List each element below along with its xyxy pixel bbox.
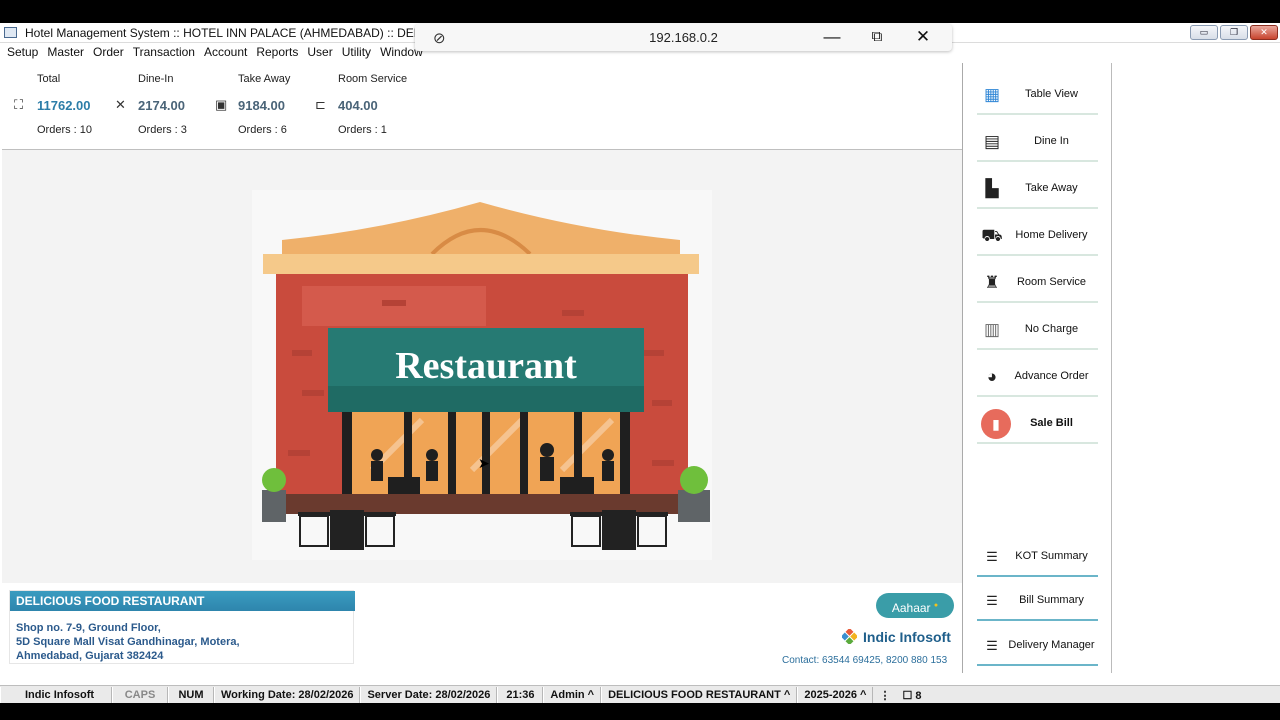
status-restaurant[interactable]: DELICIOUS FOOD RESTAURANT ^ [601,686,798,703]
menu-account[interactable]: Account [200,43,252,63]
stat-orders: Orders : 6 [238,124,287,136]
remote-minimize-button[interactable]: — [820,27,844,47]
button-label: Table View [1025,88,1078,100]
button-label: Advance Order [1014,370,1089,382]
status-user[interactable]: Admin ^ [543,686,602,703]
aahaar-badge-icon: ● [933,602,939,609]
bag-icon: ▣ [215,97,228,112]
button-label: No Charge [1024,323,1079,335]
menu-setup[interactable]: Setup [3,43,43,63]
remote-desktop-bar: ⊘ 192.168.0.2 — ⧉ ✕ [415,24,952,51]
address-line: 5D Square Mall Visat Gandhinagar, Motera… [16,636,240,648]
button-label: KOT Summary [1015,550,1088,562]
stat-label: Take Away [238,73,291,85]
mouse-cursor-icon: ➤ [478,455,490,471]
stat-amount: 9184.00 [238,98,285,113]
indic-logo-icon [842,629,857,644]
take-away-icon: ▙ [985,179,999,198]
order-sidebar: ▦ Table View ▤ Dine In ▙ Take Away ⛟ Hom… [963,63,1112,673]
company-name: Indic Infosoft [863,629,951,645]
status-financial-year[interactable]: 2025-2026 ^ [797,686,874,703]
stat-label: Dine-In [138,73,174,85]
app-icon [4,27,17,38]
table-view-button[interactable]: ▦ Table View [977,75,1098,115]
room-service-button[interactable]: ♜ Room Service [977,263,1098,303]
clock-icon: ◕ [986,367,998,386]
button-label: Home Delivery [1015,229,1088,241]
stat-orders: Orders : 10 [37,124,93,136]
stat-amount: 11762.00 [37,98,91,113]
menu-transaction[interactable]: Transaction [129,43,200,63]
menu-reports[interactable]: Reports [252,43,303,63]
app-window: Hotel Management System :: HOTEL INN PAL… [0,23,1280,703]
minimize-button[interactable]: ▭ [1190,25,1218,40]
footer-panel: DELICIOUS FOOD RESTAURANT Shop no. 7-9, … [2,583,962,673]
stat-label: Total [37,73,61,85]
status-caps: CAPS [112,686,168,703]
remote-restore-button[interactable]: ⧉ [865,28,889,45]
sign-text: Restaurant [395,345,577,387]
stat-amount: 2174.00 [138,98,185,113]
restaurant-illustration: Restaurant [252,190,712,560]
status-working-date: Working Date: 28/02/2026 [214,686,361,703]
screen: ⊘ 192.168.0.2 — ⧉ ✕ Hotel Management Sys… [0,0,1280,720]
kot-summary-button[interactable]: ☰ KOT Summary [977,537,1098,577]
status-server-date: Server Date: 28/02/2026 [360,686,498,703]
table-view-icon: ▦ [983,85,1001,104]
status-count-value: 8 [915,689,922,702]
menu-user[interactable]: User [303,43,337,63]
dine-in-button[interactable]: ▤ Dine In [977,122,1098,162]
menu-order[interactable]: Order [89,43,129,63]
more-icon[interactable]: ⋮ [873,687,896,703]
main-area: Restaurant [2,150,962,583]
button-label: Room Service [1016,276,1087,288]
aahaar-label: Aahaar [891,601,931,615]
restaurant-info: DELICIOUS FOOD RESTAURANT Shop no. 7-9, … [9,590,355,664]
remote-close-button[interactable]: ✕ [911,27,935,47]
sales-stats-panel: Total ⛶ 11762.00 Orders : 10 Dine-In ✕ 2… [2,63,962,148]
home-delivery-button[interactable]: ⛟ Home Delivery [977,216,1098,256]
window-title: Hotel Management System :: HOTEL INN PAL… [25,26,462,40]
room-service-icon: ♜ [984,273,1000,292]
take-away-button[interactable]: ▙ Take Away [977,169,1098,209]
cutlery-icon: ✕ [115,97,126,112]
status-time: 21:36 [497,686,544,703]
aahaar-button[interactable]: Aahaar ● [876,593,954,618]
no-charge-button[interactable]: ▥ No Charge [977,310,1098,350]
button-label: Sale Bill [1030,417,1073,429]
stat-amount: 404.00 [338,98,378,113]
list-icon: ☰ [986,549,998,564]
bill-summary-button[interactable]: ☰ Bill Summary [977,581,1098,621]
list-icon: ☰ [986,593,998,608]
menu-utility[interactable]: Utility [338,43,376,63]
button-label: Bill Summary [1019,594,1084,606]
restaurant-name: DELICIOUS FOOD RESTAURANT [10,591,355,611]
advance-order-button[interactable]: ◕ Advance Order [977,357,1098,397]
close-button[interactable]: ✕ [1250,25,1278,40]
status-bar: Indic Infosoft CAPS NUM Working Date: 28… [0,685,1280,703]
address-line: Shop no. 7-9, Ground Floor, [16,622,161,634]
button-label: Dine In [1034,135,1069,147]
chart-icon: ⛶ [14,97,24,112]
delivery-manager-button[interactable]: ☰ Delivery Manager [977,626,1098,666]
button-label: Delivery Manager [1008,639,1095,651]
list-icon: ☰ [986,638,998,653]
button-label: Take Away [1025,182,1078,194]
stat-orders: Orders : 3 [138,124,187,136]
dine-in-icon: ▤ [983,132,1001,151]
bed-icon: ⊏ [315,97,326,112]
status-num: NUM [168,686,214,703]
scooter-icon: ⛟ [981,226,1003,245]
sale-bill-button[interactable]: ▮ Sale Bill [977,404,1098,444]
status-count: ☐ 8 [902,689,922,702]
contact-info: Contact: 63544 69425, 8200 880 153 [782,655,948,666]
address-line: Ahmedabad, Gujarat 382424 [16,650,164,662]
stat-orders: Orders : 1 [338,124,387,136]
menu-master[interactable]: Master [43,43,89,63]
restore-button[interactable]: ❐ [1220,25,1248,40]
status-company: Indic Infosoft [0,686,112,703]
company-brand: Indic Infosoft [842,629,951,645]
no-charge-icon: ▥ [983,320,1001,339]
stat-label: Room Service [338,73,408,85]
